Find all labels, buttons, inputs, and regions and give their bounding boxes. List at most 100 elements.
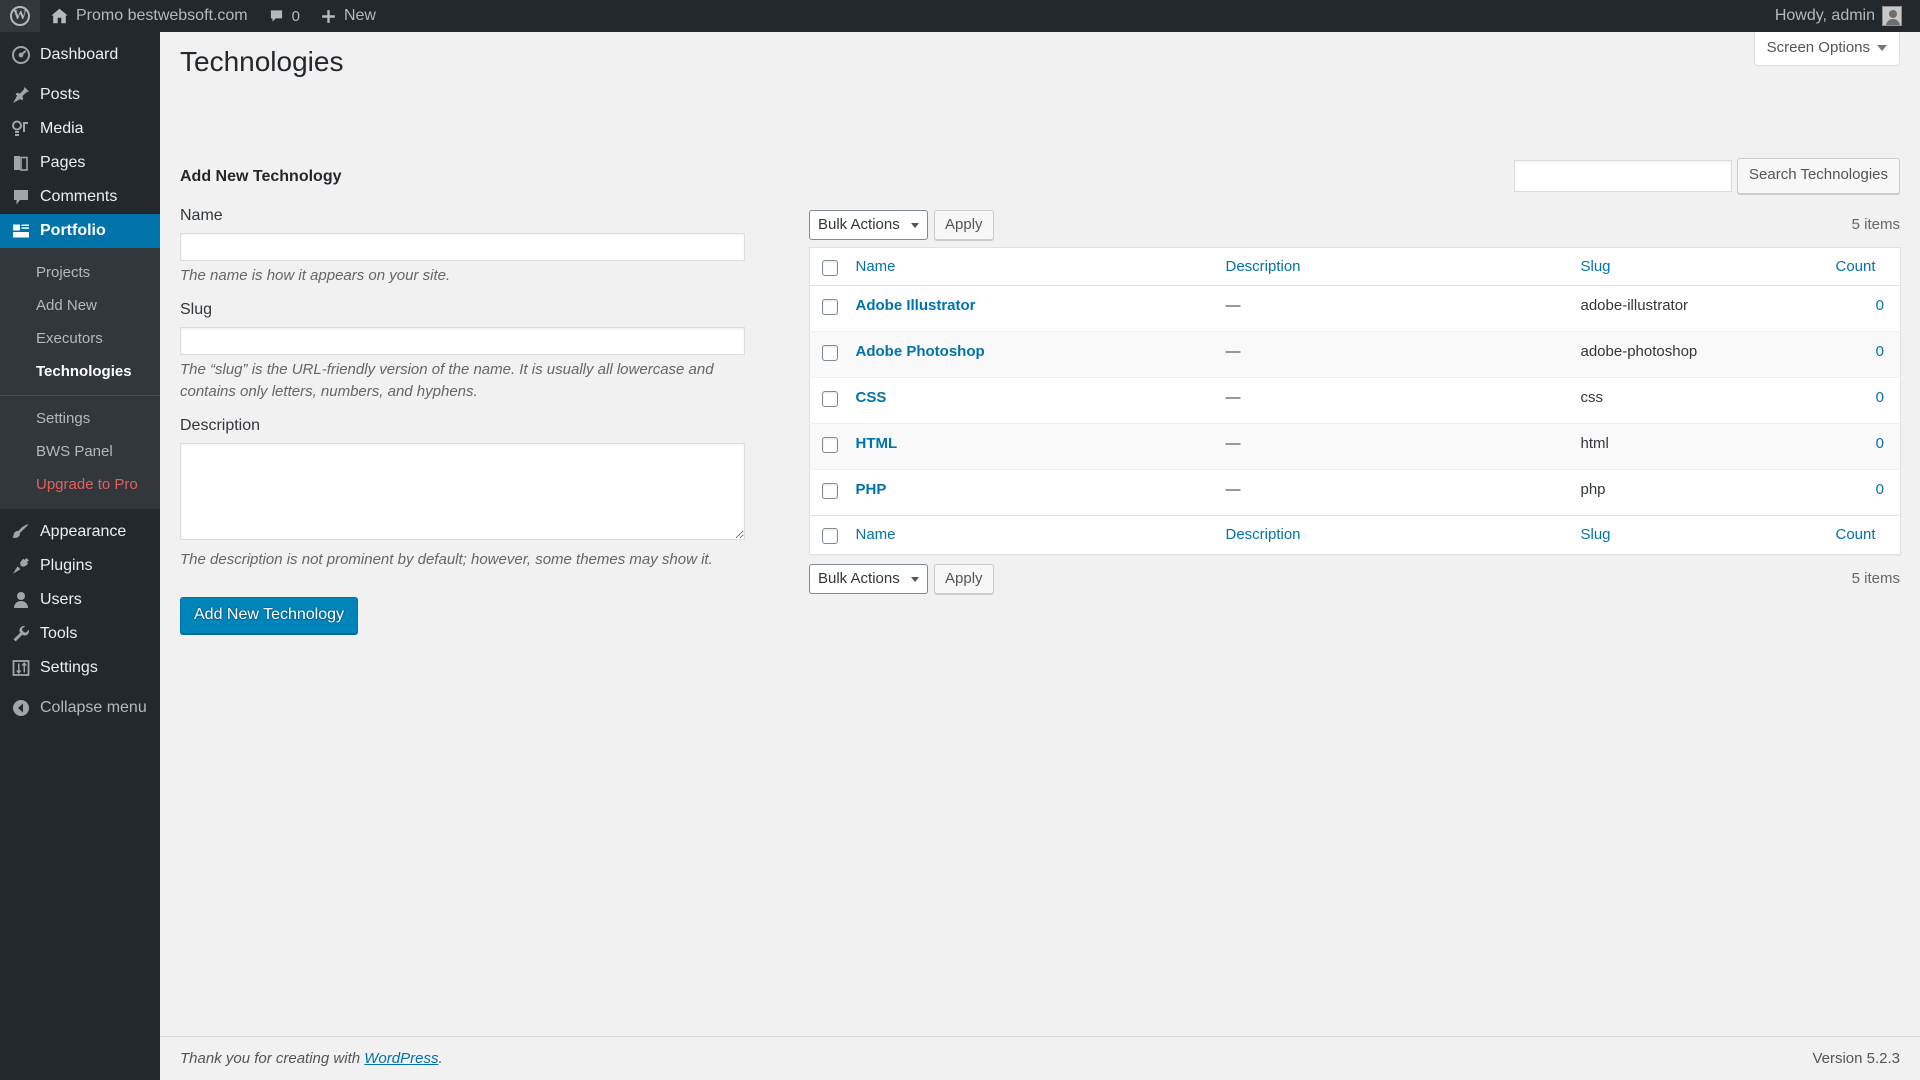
screen-options-button[interactable]: Screen Options — [1753, 32, 1900, 66]
sidebar-item-technologies[interactable]: Technologies — [0, 355, 160, 388]
site-name-label: Promo bestwebsoft.com — [76, 7, 248, 24]
sidebar-item-executors[interactable]: Executors — [0, 322, 160, 355]
column-header-slug: Slug — [1570, 247, 1826, 287]
sidebar-item-bws-panel[interactable]: BWS Panel — [0, 435, 160, 468]
row-checkbox-cell — [809, 469, 846, 516]
sidebar-item-tools[interactable]: Tools — [0, 617, 160, 651]
page-title: Technologies — [180, 46, 344, 77]
name-description: The name is how it appears on your site. — [180, 267, 451, 285]
description-label: Description — [180, 416, 261, 434]
select-all-checkbox-bottom[interactable] — [822, 528, 838, 545]
sidebar-item-users[interactable]: Users — [0, 583, 160, 617]
sidebar-item-plugins[interactable]: Plugins — [0, 549, 160, 583]
sidebar-item-portfolio[interactable]: Portfolio — [0, 214, 168, 248]
users-icon — [14, 592, 28, 608]
table-foot: Name Description Slug Count — [809, 515, 1901, 555]
apply-button-top[interactable]: Apply — [934, 209, 994, 240]
row-checkbox[interactable] — [822, 437, 838, 454]
terms-list-panel: Search Technologies Bulk Actions Apply 5… — [809, 158, 1901, 601]
footer-thanks-prefix: Thank you for creating with — [180, 1050, 365, 1067]
sort-by-description-link-top[interactable]: Description — [1226, 258, 1301, 275]
row-count-link[interactable]: 0 — [1876, 435, 1884, 452]
sort-by-name-link-bottom[interactable]: Name — [856, 526, 896, 543]
comments-bubble[interactable]: 0 — [258, 0, 310, 32]
row-description-cell: — — [1225, 297, 1241, 315]
admin-footer: Thank you for creating with WordPress. V… — [160, 1036, 1920, 1080]
add-new-technology-button[interactable]: Add New Technology — [180, 596, 359, 635]
my-account-menu[interactable]: Howdy, admin — [1765, 0, 1912, 32]
sidebar-item-add-new[interactable]: Add New — [0, 289, 160, 322]
row-name-cell: Adobe Illustrator — [846, 286, 1216, 332]
row-count-link[interactable]: 0 — [1876, 389, 1884, 406]
row-checkbox[interactable] — [822, 299, 838, 316]
chevron-down-icon — [1877, 44, 1887, 51]
sidebar-item-upgrade-to-pro[interactable]: Upgrade to Pro — [0, 468, 160, 501]
sort-by-name-link-top[interactable]: Name — [856, 258, 896, 275]
row-name-cell: CSS — [845, 377, 1216, 424]
column-footer-name: Name — [845, 515, 1216, 555]
sidebar-item-projects[interactable]: Projects — [0, 256, 160, 289]
row-checkbox[interactable] — [822, 345, 838, 362]
select-all-header — [809, 247, 846, 287]
search-input[interactable] — [1514, 160, 1733, 193]
description-textarea[interactable] — [180, 443, 745, 541]
row-slug-cell: adobe-photoshop — [1570, 331, 1826, 378]
select-all-checkbox-top[interactable] — [822, 259, 838, 276]
sidebar-item-settings[interactable]: Settings — [0, 651, 160, 685]
sidebar-item-pages[interactable]: Pages — [0, 146, 160, 180]
sidebar-item-media[interactable]: Media — [0, 112, 160, 146]
table-row: Adobe Photoshop — adobe-photoshop 0 — [809, 331, 1901, 378]
dashboard-icon — [12, 46, 30, 64]
bulk-actions-select-top[interactable]: Bulk Actions — [809, 209, 928, 240]
column-footer-description: Description — [1215, 515, 1571, 555]
sidebar-item-label: Settings — [40, 659, 98, 676]
collapse-menu-button[interactable]: Collapse menu — [0, 691, 160, 725]
sort-by-count-link-bottom[interactable]: Count — [1836, 526, 1876, 543]
row-title-link[interactable]: Adobe Photoshop — [856, 343, 985, 360]
howdy-label: Howdy, admin — [1774, 7, 1875, 24]
row-description-cell: — — [1215, 377, 1571, 424]
row-name-cell: PHP — [845, 469, 1216, 516]
slug-field-group: Slug The “slug” is the URL-friendly vers… — [180, 299, 750, 403]
site-name-menu[interactable]: Promo bestwebsoft.com — [40, 0, 258, 32]
row-count-link[interactable]: 0 — [1876, 297, 1884, 314]
row-count-link[interactable]: 0 — [1876, 343, 1884, 360]
admin-sidebar: Dashboard Posts Media Pages Comments Por… — [0, 32, 168, 1080]
row-checkbox[interactable] — [822, 483, 838, 500]
row-title-link[interactable]: HTML — [856, 435, 898, 452]
home-icon — [51, 8, 68, 24]
row-slug-cell: html — [1570, 423, 1826, 470]
search-technologies-button[interactable]: Search Technologies — [1737, 158, 1900, 194]
row-description-cell: — — [1215, 423, 1571, 470]
paintbrush-icon — [12, 524, 29, 539]
sort-by-slug-link-bottom[interactable]: Slug — [1581, 526, 1611, 543]
row-title-link[interactable]: CSS — [856, 389, 887, 406]
comment-bubble-icon — [270, 10, 282, 22]
row-slug-cell: css — [1570, 377, 1826, 424]
bulk-actions-select-bottom[interactable]: Bulk Actions — [809, 563, 928, 594]
sort-by-count-link-top[interactable]: Count — [1836, 258, 1876, 275]
row-checkbox[interactable] — [822, 391, 838, 408]
pages-icon — [14, 156, 28, 171]
sort-by-slug-link-top[interactable]: Slug — [1581, 258, 1611, 275]
sidebar-item-dashboard[interactable]: Dashboard — [0, 38, 160, 72]
sidebar-item-label: Plugins — [40, 557, 93, 574]
table-row: Adobe Illustrator — adobe-illustrator 0 — [810, 286, 1901, 332]
new-content-menu[interactable]: New — [310, 0, 386, 32]
column-header-description: Description — [1215, 247, 1571, 287]
wp-logo-menu[interactable] — [0, 0, 40, 32]
sort-by-description-link-bottom[interactable]: Description — [1226, 526, 1301, 543]
row-title-link[interactable]: PHP — [856, 481, 887, 498]
sidebar-item-settings[interactable]: Settings — [0, 402, 160, 435]
slug-input[interactable] — [180, 327, 745, 356]
wordpress-link[interactable]: WordPress — [364, 1050, 438, 1067]
row-count-link[interactable]: 0 — [1876, 481, 1884, 498]
sidebar-item-comments[interactable]: Comments — [0, 180, 160, 214]
name-input[interactable] — [180, 233, 745, 262]
row-description-cell: — — [1215, 469, 1571, 516]
sidebar-item-appearance[interactable]: Appearance — [0, 515, 160, 549]
row-title-link[interactable]: Adobe Illustrator — [856, 297, 976, 314]
add-term-form: Add New Technology Name The name is how … — [180, 166, 750, 635]
sidebar-item-posts[interactable]: Posts — [0, 78, 160, 112]
apply-button-bottom[interactable]: Apply — [934, 563, 994, 594]
